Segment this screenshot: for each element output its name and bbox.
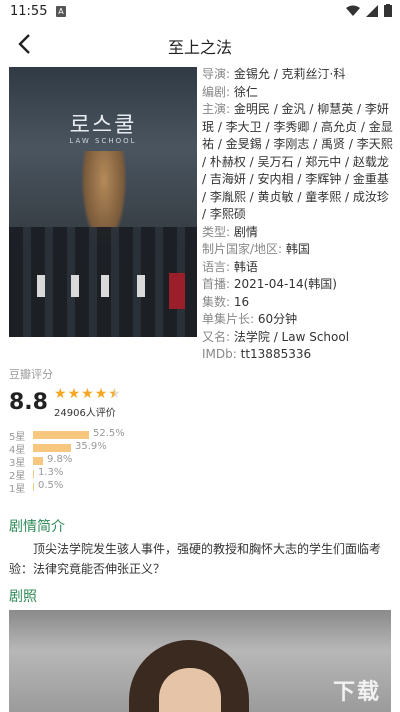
rating-percent: 52.5% xyxy=(93,428,125,439)
poster-title: 로스쿨 xyxy=(69,113,137,138)
vote-count: 24906人评价 xyxy=(54,408,116,419)
synopsis-text: 顶尖法学院发生骇人事件，强硬的教授和胸怀大志的学生们面临考验：法律究竟能否伸张正… xyxy=(9,542,382,576)
movie-info: 导演: 金锡允 / 克莉丝汀·科 编剧: 徐仁 主演: 金明民 / 金汎 / 柳… xyxy=(202,66,394,364)
runtime-line: 单集片长: 60分钟 xyxy=(202,312,298,326)
poster-figure xyxy=(71,275,79,297)
status-bar: 11:55 A xyxy=(0,0,400,24)
cast-line: 主演: 金明民 / 金汎 / 柳慧英 / 李妍珉 / 李大卫 / 李秀卿 / 高… xyxy=(202,102,393,221)
stills-title: 剧照 xyxy=(9,589,37,605)
aka-line: 又名: 法学院 / Law School xyxy=(202,329,350,344)
rating-distribution: 5星 52.5% 4星 35.9% 3星 9.8% 2星 1.3% 1星 0.5… xyxy=(9,428,209,495)
rating-percent: 9.8% xyxy=(47,454,73,465)
status-time: 11:55 xyxy=(10,4,48,19)
still-image[interactable]: 下载 xyxy=(9,610,391,712)
episodes-line: 集数: 16 xyxy=(202,294,250,309)
language-line: 语言: 韩语 xyxy=(202,259,258,274)
poster-figure xyxy=(37,275,45,297)
rating-row: 5星 52.5% xyxy=(9,428,125,443)
rating-bar xyxy=(33,444,71,452)
rating-score: 8.8 xyxy=(9,390,48,415)
status-icons xyxy=(346,4,392,17)
rating-row: 2星 1.3% xyxy=(9,467,64,482)
rating-percent: 1.3% xyxy=(38,467,64,478)
star-icon: ★ xyxy=(81,386,94,402)
rating-label: 豆瓣评分 xyxy=(9,368,53,381)
battery-icon xyxy=(384,4,392,17)
poster-subtitle: LAW SCHOOL xyxy=(69,137,137,145)
wifi-icon xyxy=(346,5,360,16)
star-rating: ★ ★ ★ ★ ★ xyxy=(54,386,121,402)
poster-figure xyxy=(101,275,109,297)
watermark-text: 下载 xyxy=(332,680,381,705)
rating-row: 3星 9.8% xyxy=(9,454,73,469)
page-title: 至上之法 xyxy=(167,38,232,57)
rating-row: 1星 0.5% xyxy=(9,480,64,495)
top-app-bar: 至上之法 xyxy=(0,24,400,64)
country-line: 制片国家/地区: 韩国 xyxy=(202,242,310,256)
rating-bar xyxy=(33,470,34,478)
imdb-line: IMDb: tt13885336 xyxy=(202,347,312,361)
synopsis-title: 剧情简介 xyxy=(9,519,65,535)
rating-bar xyxy=(33,483,34,491)
rating-percent: 35.9% xyxy=(75,441,107,452)
poster-image[interactable]: 로스쿨 LAW SCHOOL xyxy=(9,67,197,337)
poster-figure xyxy=(169,273,185,309)
poster-figure xyxy=(137,275,145,297)
director-line: 导演: 金锡允 / 克莉丝汀·科 xyxy=(202,67,346,81)
star-icon: ★ xyxy=(54,386,67,402)
premiere-line: 首播: 2021-04-14(韩国) xyxy=(202,277,337,291)
rating-row: 4星 35.9% xyxy=(9,441,107,456)
signal-icon xyxy=(366,4,378,17)
rating-bar xyxy=(33,431,89,439)
notification-app-icon: A xyxy=(56,6,66,17)
star-icon: ★ xyxy=(94,386,108,402)
star-icon: ★ xyxy=(67,386,81,402)
rating-percent: 0.5% xyxy=(38,480,64,491)
writer-line: 编剧: 徐仁 xyxy=(202,84,258,99)
half-star-icon: ★ xyxy=(108,386,121,402)
rating-bar xyxy=(33,457,43,465)
genre-line: 类型: 剧情 xyxy=(202,224,258,239)
